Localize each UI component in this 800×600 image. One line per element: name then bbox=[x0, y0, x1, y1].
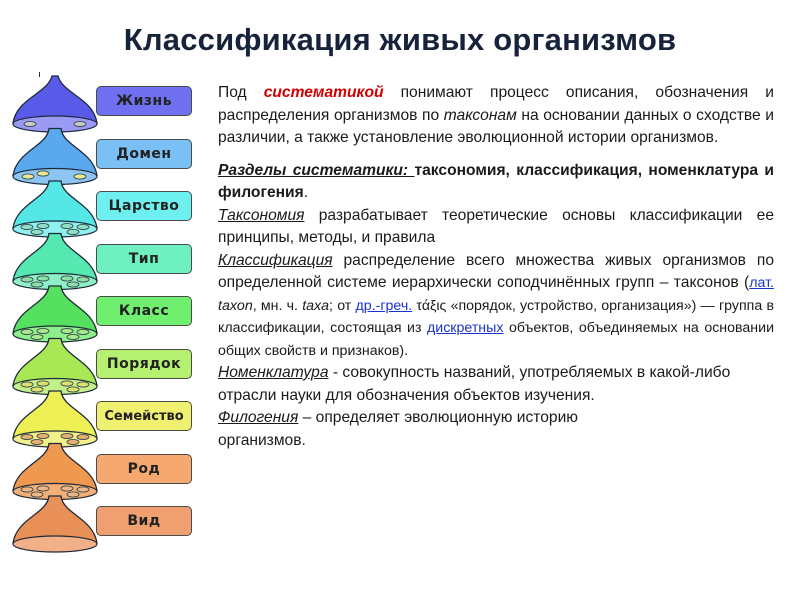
intro-text: Под bbox=[218, 84, 264, 101]
rank-bell-9 bbox=[12, 495, 98, 553]
link-greek[interactable]: др.-греч. bbox=[356, 298, 413, 314]
classification-term: Классификация bbox=[218, 251, 333, 269]
bell-dot bbox=[60, 485, 74, 492]
bell-dot bbox=[76, 433, 90, 441]
link-latin[interactable]: лат. bbox=[749, 275, 774, 291]
bell-dot bbox=[20, 486, 34, 493]
phylogeny-paragraph: Филогения – определяет эволюционную исто… bbox=[218, 407, 774, 452]
taxonomy-hierarchy-diagram: Жизнь Домен Царство Тип Класс Порядок Семейств… bbox=[0, 0, 210, 600]
bell-dot bbox=[66, 438, 80, 446]
bell-dot bbox=[21, 173, 35, 180]
rank-label-8: Род bbox=[96, 453, 192, 484]
text: ; от bbox=[329, 297, 356, 314]
rank-label-2: Домен bbox=[96, 138, 192, 169]
bell-dot bbox=[76, 276, 90, 283]
bell-dot bbox=[76, 328, 90, 336]
text: , мн. ч. bbox=[252, 297, 303, 314]
bell-dot bbox=[30, 438, 44, 446]
highlight-term: систематикой bbox=[263, 84, 384, 101]
rank-bell-3 bbox=[12, 180, 98, 238]
bell-dot bbox=[20, 328, 34, 336]
bell-dot bbox=[20, 433, 34, 441]
bell-dot bbox=[36, 380, 50, 387]
rank-label-5: Класс bbox=[96, 296, 192, 326]
bell-dot bbox=[66, 491, 80, 498]
bell-dot bbox=[60, 275, 74, 282]
taxa-word: taxa bbox=[302, 297, 330, 314]
bell-dot bbox=[30, 386, 44, 393]
rank-label-3: Царство bbox=[96, 191, 192, 221]
bell-dot bbox=[76, 486, 90, 493]
phylogeny-term: Филогения bbox=[218, 409, 299, 426]
bell-dot bbox=[20, 276, 34, 283]
taxon-word: taxon bbox=[218, 297, 253, 314]
bell-dot bbox=[60, 380, 74, 387]
bell-dot bbox=[60, 222, 74, 230]
bell-dot bbox=[73, 120, 87, 128]
sections-term: Разделы систематики: bbox=[218, 161, 415, 179]
rank-label-6: Порядок bbox=[96, 348, 192, 379]
rank-label-7: Семейство bbox=[96, 401, 192, 431]
bell-dot bbox=[30, 333, 44, 341]
bell-dot bbox=[66, 333, 80, 341]
rank-bell-8 bbox=[12, 442, 98, 501]
bell-dot bbox=[66, 386, 80, 393]
rank-bell-6 bbox=[12, 337, 98, 396]
bell-dot bbox=[76, 223, 90, 231]
rank-bell-4 bbox=[12, 232, 98, 291]
bell-dot bbox=[20, 381, 34, 388]
bell-rim bbox=[12, 535, 98, 553]
bell-dot bbox=[36, 222, 50, 230]
bell-dot bbox=[36, 327, 50, 335]
bell-dot bbox=[20, 223, 34, 231]
bell-dot bbox=[66, 228, 80, 236]
bell-dot bbox=[60, 432, 74, 440]
taxonomy-paragraph: Таксономия разрабатывает теоретические о… bbox=[218, 205, 774, 250]
bell-dot bbox=[36, 485, 50, 492]
bell-dot bbox=[30, 281, 44, 288]
rank-bell-5 bbox=[12, 285, 98, 343]
classification-paragraph: Классификация распределение всего множес… bbox=[218, 250, 774, 363]
rank-bell-1 bbox=[12, 75, 98, 133]
text-content: Под систематикой понимают процесс описан… bbox=[218, 82, 774, 452]
rank-label-1: Жизнь bbox=[96, 86, 192, 116]
bell-dot bbox=[23, 120, 37, 128]
bell-dot bbox=[36, 170, 50, 177]
bell-dot bbox=[30, 228, 44, 236]
bell-dot bbox=[30, 491, 44, 498]
bell-dot bbox=[60, 327, 74, 335]
link-discrete[interactable]: дискретных bbox=[427, 320, 503, 336]
sections-end: . bbox=[303, 184, 309, 201]
nomenclature-paragraph: Номенклатура - совокупность названий, уп… bbox=[218, 362, 774, 407]
italic-term: таксонам bbox=[443, 106, 517, 124]
intro-paragraph: Под систематикой понимают процесс описан… bbox=[218, 82, 774, 150]
taxonomy-term: Таксономия bbox=[218, 206, 305, 224]
sections-heading: Разделы систематики: таксономия, классиф… bbox=[218, 160, 774, 205]
rank-label-9: Вид bbox=[96, 506, 192, 536]
bell-dot bbox=[76, 381, 90, 388]
bell-dot bbox=[66, 281, 80, 288]
rank-bell-7 bbox=[12, 390, 98, 448]
bell-dot bbox=[73, 173, 87, 180]
nomenclature-term: Номенклатура bbox=[218, 364, 329, 381]
bell-dot bbox=[36, 275, 50, 282]
rank-bell-2 bbox=[12, 127, 98, 186]
bell-dot bbox=[36, 432, 50, 440]
rank-label-4: Тип bbox=[96, 243, 192, 274]
